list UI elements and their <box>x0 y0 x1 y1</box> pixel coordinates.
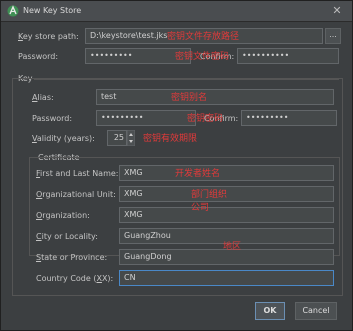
keystore-password-label: Password: <box>18 52 59 61</box>
android-studio-icon <box>7 5 19 17</box>
validity-spinner-icon[interactable] <box>127 130 135 146</box>
window-title: New Key Store <box>23 6 82 15</box>
annotation-key-password: 密钥密码 <box>187 114 224 124</box>
key-password-label: Password: <box>32 114 73 123</box>
organization-label: Organization: <box>36 211 90 220</box>
city-label: City or Locality: <box>36 232 98 241</box>
browse-button[interactable]: ... <box>325 28 341 44</box>
close-icon[interactable]: ✕ <box>330 4 344 18</box>
validity-input[interactable]: 25 <box>107 130 127 146</box>
annotation-store-password: 密钥文件密码 <box>175 52 230 62</box>
new-key-store-dialog: New Key Store ✕ Key store path: D:\keyst… <box>0 0 353 331</box>
annotation-region: 地区 <box>223 242 242 252</box>
state-label: State or Province: <box>36 253 108 262</box>
annotation-path: 密钥文件存放路径 <box>167 32 240 42</box>
country-code-label: Country Code (XX): <box>36 274 114 283</box>
key-password-input[interactable]: ••••••••• <box>96 110 196 126</box>
organization-input[interactable]: XMG <box>119 207 334 223</box>
first-last-name-label: First and Last Name: <box>36 169 119 178</box>
key-confirm-input[interactable]: ••••••••• <box>241 110 337 126</box>
ok-button[interactable]: OK <box>255 302 285 320</box>
keystore-confirm-input[interactable]: •••••••••• <box>237 48 339 64</box>
annotation-name: 开发者姓名 <box>175 169 221 179</box>
annotation-org-unit: 部门组织 <box>191 190 228 200</box>
org-unit-label: Organizational Unit: <box>36 190 116 199</box>
title-bar: New Key Store ✕ <box>1 1 352 22</box>
cancel-button[interactable]: Cancel <box>295 302 337 320</box>
annotation-validity: 密钥有效期限 <box>143 134 198 144</box>
alias-input[interactable]: test <box>96 89 334 105</box>
validity-label: Validity (years): <box>32 134 95 143</box>
annotation-org: 公司 <box>191 203 210 213</box>
first-last-name-input[interactable]: XMG <box>119 165 334 181</box>
key-store-path-label: Key store path: <box>18 32 79 41</box>
alias-label: Alias: <box>32 93 54 102</box>
annotation-alias: 密钥别名 <box>171 93 208 103</box>
country-code-input[interactable]: CN <box>119 270 334 286</box>
